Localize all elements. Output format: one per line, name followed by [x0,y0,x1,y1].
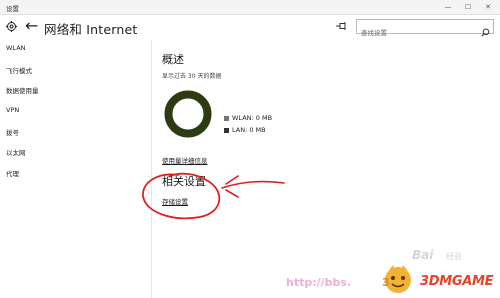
pin-icon[interactable] [336,21,348,31]
site-url-number: 3 [382,276,390,289]
minimize-button[interactable]: — [438,0,458,14]
sidebar-item-vpn[interactable]: VPN [6,106,19,114]
maximize-button[interactable]: ☐ [458,0,478,14]
legend-wlan-label: WLAN: 0 MB [232,114,273,122]
sidebar-item-wlan[interactable]: WLAN [6,44,26,52]
sidebar-item-airplane-mode[interactable]: 飞行模式 [6,65,32,75]
legend-lan-swatch [224,127,229,133]
usage-period-text: 显示过去 30 天的数据 [162,73,222,80]
usage-details-link[interactable]: 使用量详细信息 [162,155,208,165]
back-arrow-icon[interactable]: ← [25,17,38,35]
window-title: 设置 [6,5,19,13]
page-header: ← 网络和 Internet [0,14,500,40]
site-url-watermark: http://bbs. [286,276,352,289]
sidebar-item-ethernet[interactable]: 以太网 [6,147,26,157]
related-settings-heading: 相关设置 [162,175,206,188]
legend-lan-label: LAN: 0 MB [232,126,266,134]
overview-heading: 概述 [162,53,184,66]
search-input[interactable] [357,26,473,40]
baidu-watermark: Bai [412,248,434,262]
sidebar-item-proxy[interactable]: 代理 [6,168,19,178]
sidebar-item-data-usage[interactable]: 数据使用量 [6,85,39,95]
sidebar-item-dialup[interactable]: 拨号 [6,127,19,137]
search-icon[interactable] [481,22,490,37]
search-box[interactable] [356,19,494,40]
legend-wlan-swatch [224,115,229,121]
gear-icon[interactable] [6,21,17,32]
usage-donut-chart [164,90,212,138]
legend-wlan: WLAN: 0 MB [224,114,272,122]
window-titlebar: 设置 — ☐ ✕ [0,0,500,15]
storage-settings-link[interactable]: 存储设置 [162,196,188,206]
close-button[interactable]: ✕ [478,0,498,14]
sidebar: WLAN 飞行模式 数据使用量 VPN 拨号 以太网 代理 [0,40,152,298]
3dmgame-brand-watermark: 3DMGAME [420,274,494,289]
page-title: 网络和 Internet [44,22,138,37]
baidu-jingyan-watermark: 经验 [446,252,462,261]
legend-lan: LAN: 0 MB [224,126,266,134]
